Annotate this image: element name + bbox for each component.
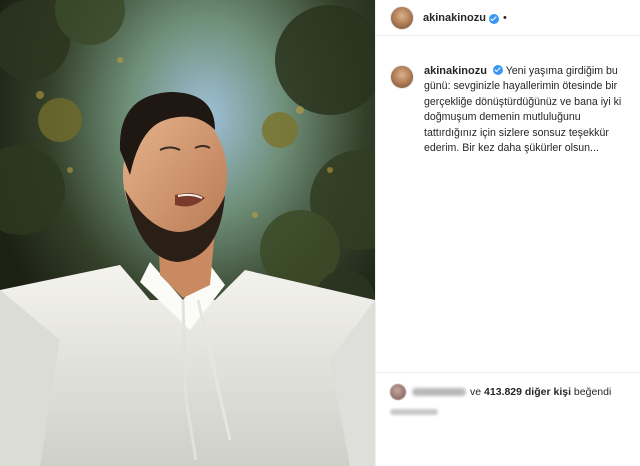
verified-badge-icon <box>488 13 499 24</box>
caption-body: akinakinozu Yeni yaşıma girdiğim bu günü… <box>424 64 630 156</box>
caption-verified-badge-icon <box>492 65 503 75</box>
likes-count[interactable]: 413.829 diğer kişi <box>484 386 571 398</box>
liker-avatar[interactable] <box>390 384 406 400</box>
caption-avatar[interactable] <box>390 65 414 89</box>
caption-text: Yeni yaşıma girdiğim bu günü: sevginizle… <box>424 65 622 155</box>
portrait-illustration <box>0 0 375 466</box>
post-date-blurred <box>390 409 438 415</box>
liker-name-blurred <box>412 388 466 396</box>
likes-summary[interactable]: ve 413.829 diğer kişi beğendi <box>390 384 611 400</box>
header-username[interactable]: akinakinozu <box>423 12 486 24</box>
caption-username[interactable]: akinakinozu <box>424 65 487 77</box>
likes-text: ve 413.829 diğer kişi beğendi <box>470 386 611 398</box>
post-caption: akinakinozu Yeni yaşıma girdiğim bu günü… <box>390 64 630 156</box>
profile-avatar[interactable] <box>390 5 414 30</box>
post-header: akinakinozu • <box>376 0 640 36</box>
instagram-post: akinakinozu • akinakinozu Yeni yaşıma gi… <box>0 0 640 466</box>
likes-prefix: ve <box>470 386 482 398</box>
post-photo[interactable] <box>0 0 375 466</box>
post-footer: ve 413.829 diğer kişi beğendi <box>376 372 640 466</box>
post-side-panel: akinakinozu • akinakinozu Yeni yaşıma gi… <box>375 0 640 466</box>
header-separator: • <box>502 11 507 24</box>
likes-suffix: beğendi <box>573 386 612 398</box>
